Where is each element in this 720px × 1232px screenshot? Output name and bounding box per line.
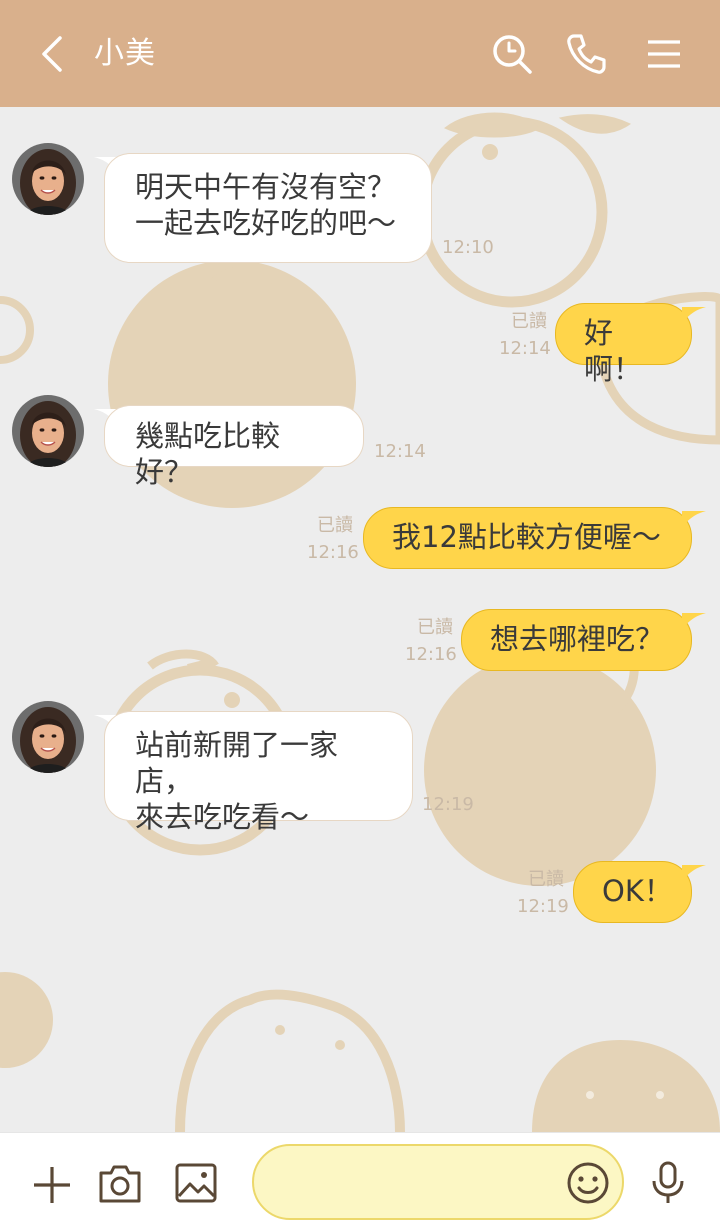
contact-avatar[interactable] [12,143,84,215]
voice-button[interactable] [642,1157,694,1209]
phone-icon [567,34,606,74]
message-bubble-outgoing[interactable]: 好啊！ [555,303,692,386]
microphone-icon [652,1161,684,1203]
contact-avatar[interactable] [12,395,84,467]
message-time: 12:14 [374,441,426,462]
message-bubble-incoming[interactable]: 明天中午有沒有空？ 一起去吃好吃的吧～ [104,153,432,263]
profile-photo [12,701,84,773]
chevron-left-icon [42,36,62,72]
profile-photo [12,395,84,467]
contact-avatar[interactable] [12,701,84,773]
camera-icon [99,1165,141,1203]
composer-bar [0,1132,720,1232]
read-receipt: 已讀 [417,617,453,638]
message-bubble-outgoing[interactable]: 我12點比較方便喔～ [363,507,692,569]
search-icon [493,35,532,74]
bubble-tail [682,307,706,323]
bubble-tail [682,613,706,629]
message-bubble-incoming[interactable]: 幾點吃比較好？ [104,405,364,489]
read-receipt: 已讀 [528,869,564,890]
chat-header: 小美 [0,0,720,107]
menu-button[interactable] [640,30,688,78]
message-bubble-outgoing[interactable]: OK！ [573,861,692,923]
menu-icon [648,40,680,68]
image-icon [175,1163,217,1203]
message-bubble-outgoing[interactable]: 想去哪裡吃？ [461,609,692,671]
back-button[interactable] [28,30,76,78]
add-button[interactable] [26,1159,78,1211]
message-bubble-incoming[interactable]: 站前新開了一家店， 來去吃吃看～ [104,711,413,834]
emoji-button[interactable] [562,1157,614,1209]
plus-icon [34,1167,70,1203]
message-time: 12:19 [422,794,474,815]
bubble-tail [682,865,706,881]
profile-photo [12,143,84,215]
bubble-tail [682,511,706,527]
chat-title: 小美 [94,36,156,71]
call-button[interactable] [562,30,610,78]
read-receipt: 已讀 [511,311,547,332]
message-time: 12:16 [307,542,359,563]
message-time: 12:14 [499,338,551,359]
image-button[interactable] [170,1157,222,1209]
camera-button[interactable] [94,1157,146,1209]
search-button[interactable] [488,30,536,78]
message-time: 12:16 [405,644,457,665]
message-time: 12:10 [442,237,494,258]
message-time: 12:19 [517,896,569,917]
read-receipt: 已讀 [317,515,353,536]
smiley-icon [567,1162,609,1204]
